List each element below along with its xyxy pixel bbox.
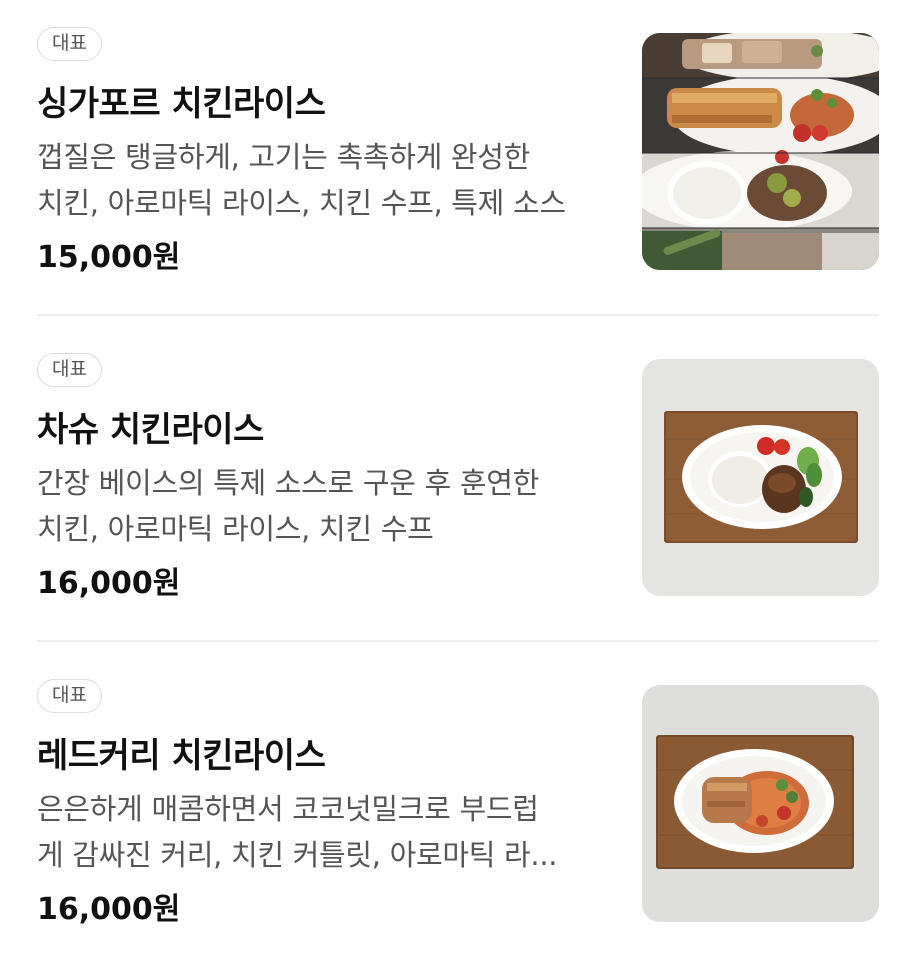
description-line: 은은하게 매콤하면서 코코넛밀크로 부드럽 [37, 792, 539, 826]
menu-item-name: 차슈 치킨라이스 [37, 410, 264, 450]
menu-item-description: 은은하게 매콤하면서 코코넛밀크로 부드럽 게 감싸진 커리, 치킨 커틀릿, … [37, 786, 617, 878]
description-line: 치킨, 아로마틱 라이스, 치킨 수프, 특제 소스 [37, 186, 566, 220]
menu-list: 대표 싱가포르 치킨라이스 껍질은 탱글하게, 고기는 촉촉하게 완성한 치킨,… [0, 0, 900, 960]
menu-item-description: 껍질은 탱글하게, 고기는 촉촉하게 완성한 치킨, 아로마틱 라이스, 치킨 … [37, 134, 617, 226]
menu-item-singapore-chicken-rice[interactable]: 대표 싱가포르 치킨라이스 껍질은 탱글하게, 고기는 촉촉하게 완성한 치킨,… [0, 0, 900, 326]
chashu-chicken-rice-photo[interactable] [642, 359, 879, 596]
menu-item-price: 15,000원 [37, 240, 181, 275]
signature-badge: 대표 [37, 27, 102, 61]
menu-item-price: 16,000원 [37, 566, 181, 601]
divider [37, 314, 879, 316]
menu-item-chashu-chicken-rice[interactable]: 대표 차슈 치킨라이스 간장 베이스의 특제 소스로 구운 후 훈연한 치킨, … [0, 326, 900, 652]
menu-item-price: 16,000원 [37, 892, 181, 927]
menu-item-name: 레드커리 치킨라이스 [37, 736, 326, 776]
description-line: 치킨, 아로마틱 라이스, 치킨 수프 [37, 512, 434, 546]
red-curry-chicken-rice-photo[interactable] [642, 685, 879, 922]
divider [37, 640, 879, 642]
singapore-chicken-rice-photo[interactable] [642, 33, 879, 270]
signature-badge: 대표 [37, 679, 102, 713]
menu-item-description: 간장 베이스의 특제 소스로 구운 후 훈연한 치킨, 아로마틱 라이스, 치킨… [37, 460, 617, 552]
description-line: 간장 베이스의 특제 소스로 구운 후 훈연한 [37, 466, 539, 500]
signature-badge: 대표 [37, 353, 102, 387]
description-line: 게 감싸진 커리, 치킨 커틀릿, 아로마틱 라... [37, 838, 558, 872]
description-line: 껍질은 탱글하게, 고기는 촉촉하게 완성한 [37, 140, 531, 174]
menu-item-name: 싱가포르 치킨라이스 [37, 84, 326, 124]
menu-item-red-curry-chicken-rice[interactable]: 대표 레드커리 치킨라이스 은은하게 매콤하면서 코코넛밀크로 부드럽 게 감싸… [0, 652, 900, 978]
